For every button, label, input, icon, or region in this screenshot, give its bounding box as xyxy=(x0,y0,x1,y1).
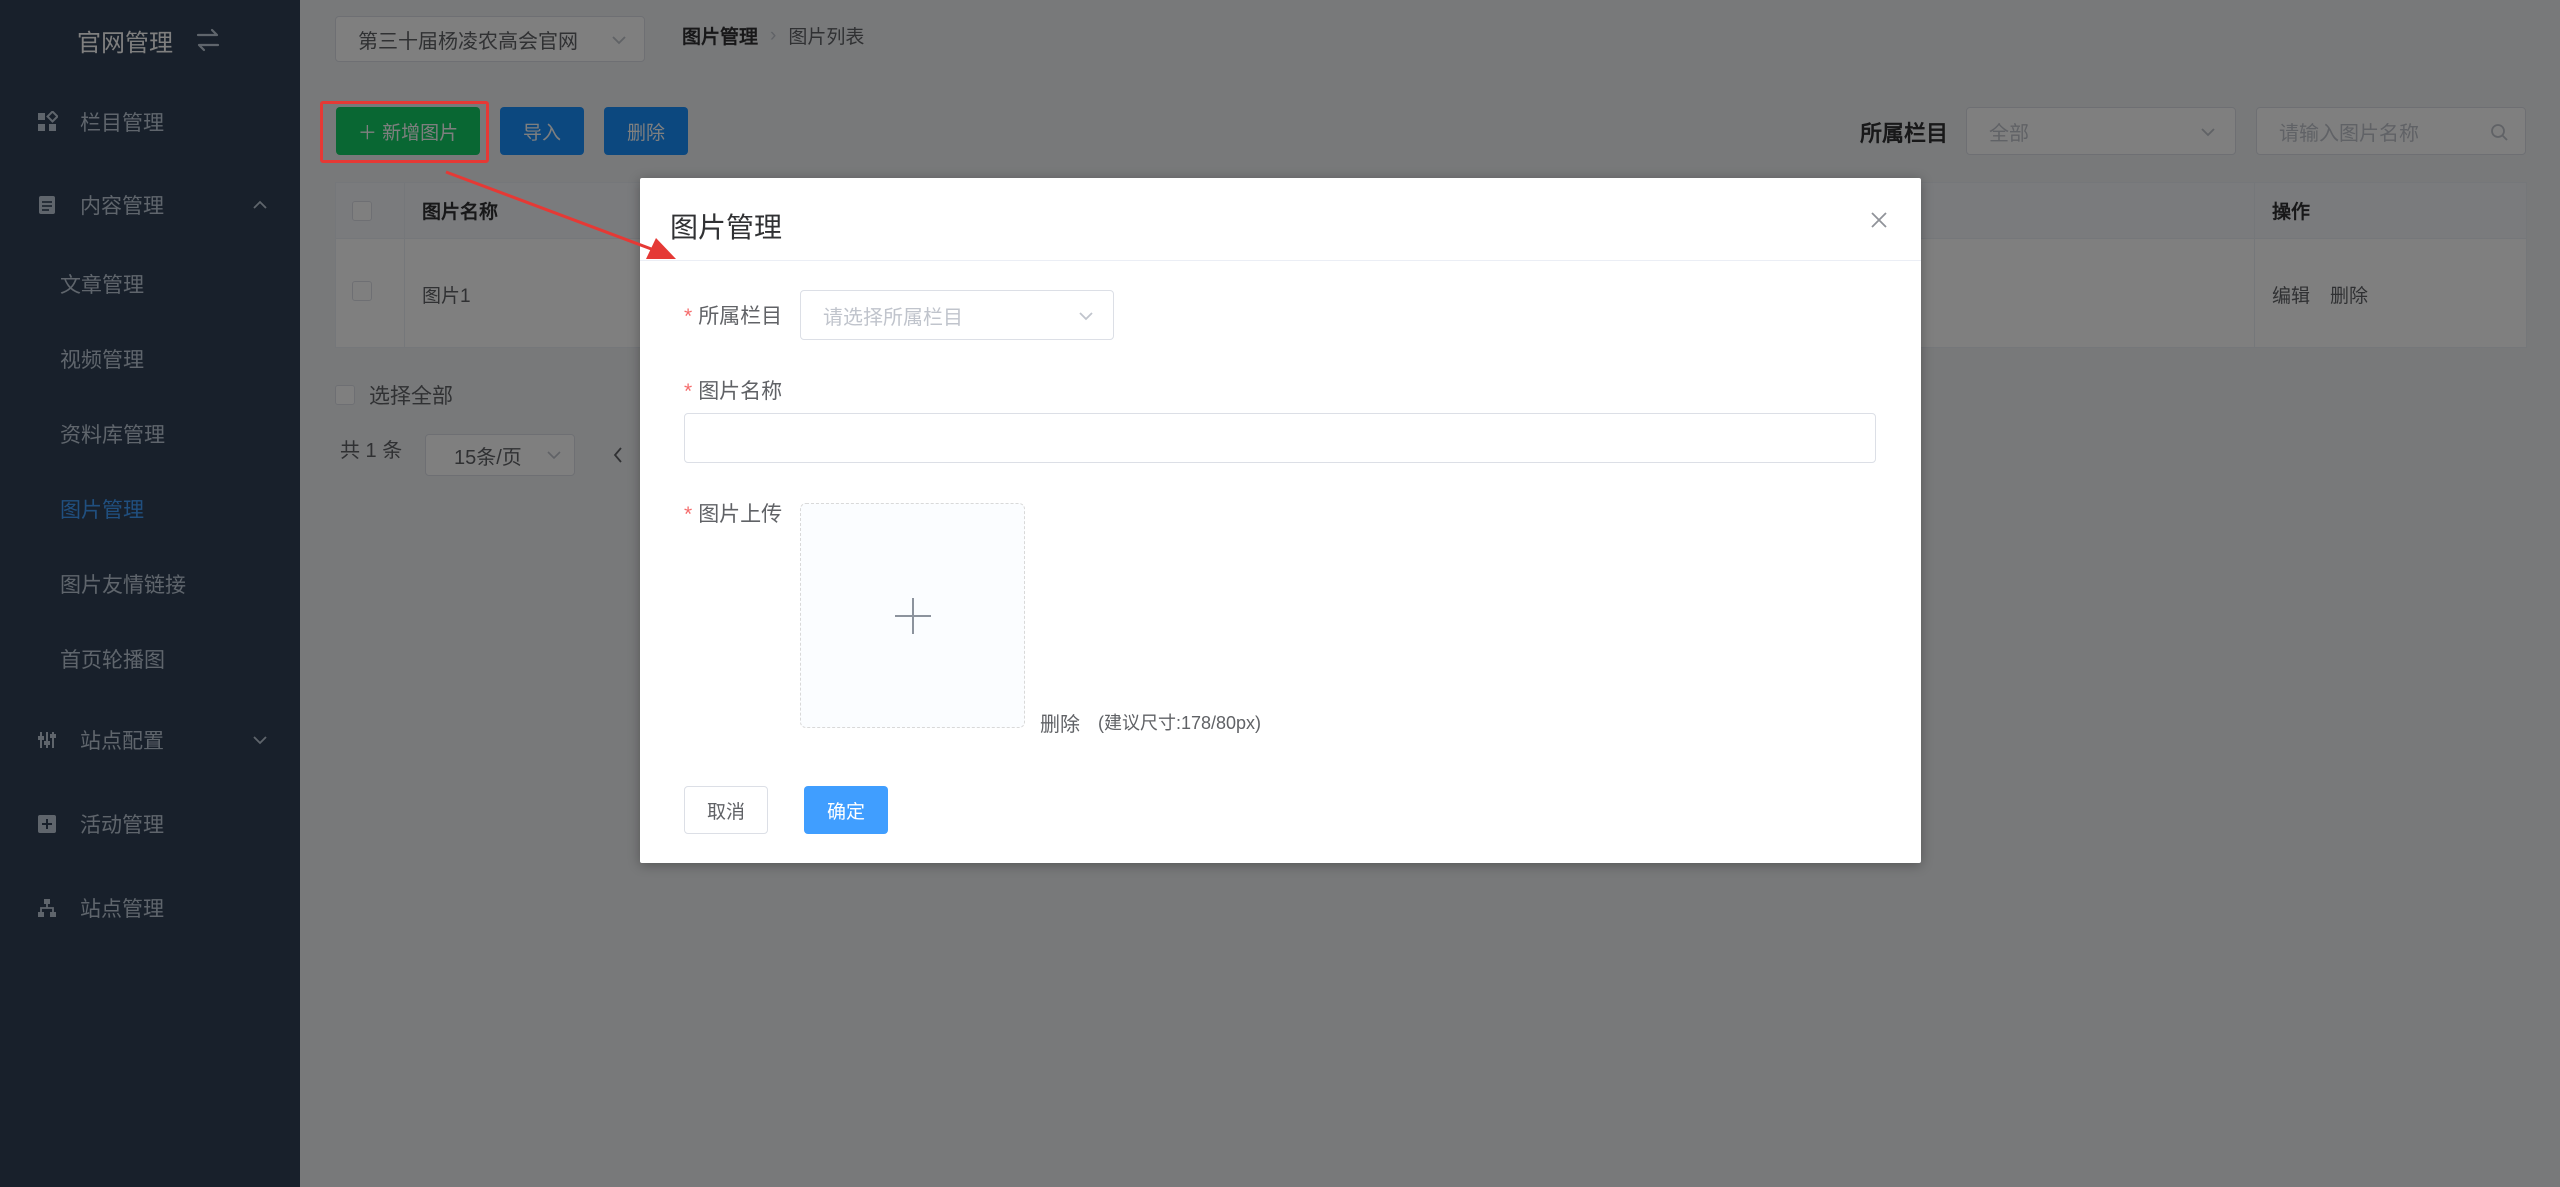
category-select[interactable]: 请选择所属栏目 xyxy=(800,290,1114,340)
name-label-text: 图片名称 xyxy=(698,380,783,403)
upload-label-text: 图片上传 xyxy=(698,503,783,526)
annotation-highlight-box xyxy=(320,101,489,163)
required-mark: * xyxy=(684,503,693,526)
image-upload-box[interactable] xyxy=(800,503,1025,728)
close-icon[interactable] xyxy=(1867,208,1891,232)
category-label-text: 所属栏目 xyxy=(698,305,783,328)
dialog-title: 图片管理 xyxy=(670,212,783,243)
confirm-button[interactable]: 确定 xyxy=(804,786,888,834)
category-placeholder: 请选择所属栏目 xyxy=(823,306,963,329)
chevron-down-icon xyxy=(1079,312,1093,321)
image-dialog: 图片管理 * 所属栏目 请选择所属栏目 * 图片名称 * 图片上传 删除 (建议尺寸:… xyxy=(640,178,1921,863)
upload-size-hint: (建议尺寸:178/80px) xyxy=(1098,713,1262,733)
plus-icon xyxy=(895,598,931,634)
category-label: * 所属栏目 xyxy=(684,300,782,330)
name-label: * 图片名称 xyxy=(684,375,782,405)
cancel-button[interactable]: 取消 xyxy=(684,786,768,834)
dialog-divider xyxy=(640,260,1921,261)
required-mark: * xyxy=(684,380,693,403)
image-name-input[interactable] xyxy=(684,413,1876,463)
upload-label: * 图片上传 xyxy=(684,498,782,528)
required-mark: * xyxy=(684,305,693,328)
upload-delete-link[interactable]: 删除 xyxy=(1040,708,1080,737)
